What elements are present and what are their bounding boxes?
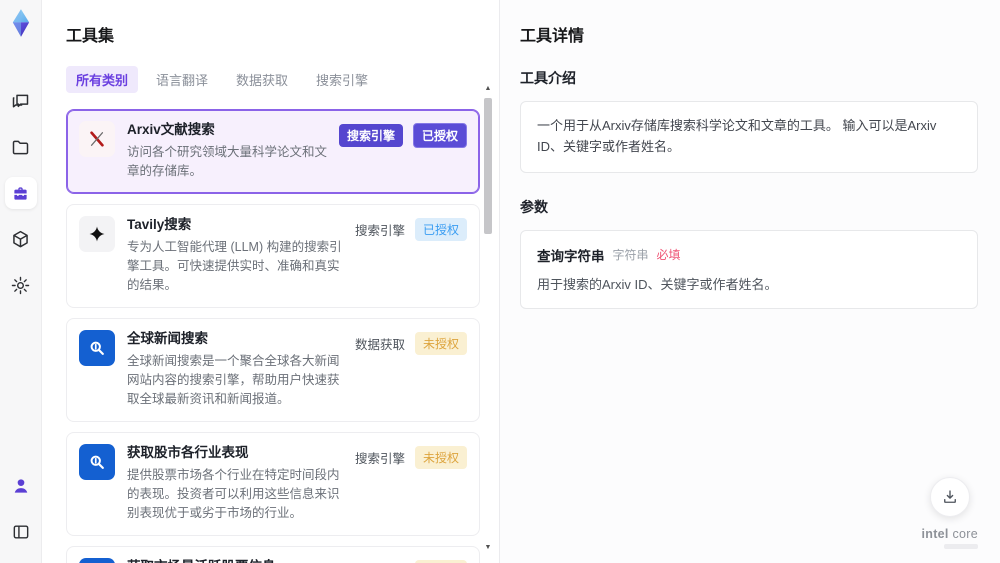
tool-list-item[interactable]: 获取市场最活跃股票信息 提供当天交易量最高的股票列表。投资者可以利用这些信息来识… xyxy=(66,545,480,563)
settings-gear-icon[interactable] xyxy=(5,269,37,301)
search-blue-icon xyxy=(79,557,115,563)
tool-description: 提供股票市场各个行业在特定时间段内的表现。投资者可以利用这些信息来识别表现优于或… xyxy=(127,467,340,521)
page-title: 工具集 xyxy=(66,28,115,45)
details-title: 工具详情 xyxy=(520,28,585,45)
category-badge: 搜索引擎 xyxy=(338,124,403,147)
corner-widgets: intel core xyxy=(921,477,978,549)
toolbox-icon[interactable] xyxy=(4,177,37,209)
intel-core-logo: intel core xyxy=(921,527,978,549)
tool-name: 获取市场最活跃股票信息 xyxy=(127,558,345,563)
param-description: 用于搜索的Arxiv ID、关键字或作者姓名。 xyxy=(537,276,778,292)
arxiv-icon xyxy=(79,121,115,157)
param-name: 查询字符串 xyxy=(537,248,605,264)
tool-list: Arxiv文献搜索 访问各个研究领域大量科学论文和文章的存储库。 搜索引擎 已授… xyxy=(66,109,480,563)
app-logo xyxy=(6,8,36,38)
scrollbar[interactable]: ▲ ▼ xyxy=(483,84,493,553)
tool-name: 获取股市各行业表现 xyxy=(127,444,249,460)
tool-list-item[interactable]: Tavily搜索 专为人工智能代理 (LLM) 构建的搜索引擎工具。可快速提供实… xyxy=(66,203,480,308)
tool-list-item[interactable]: 获取股市各行业表现 提供股票市场各个行业在特定时间段内的表现。投资者可以利用这些… xyxy=(66,431,480,536)
scroll-down-arrow[interactable]: ▼ xyxy=(483,543,493,553)
category-tabs: 所有类别 语言翻译 数据获取 搜索引擎 xyxy=(66,66,499,93)
param-type: 字符串 xyxy=(612,248,649,263)
app-window: 工具集 所有类别 语言翻译 数据获取 搜索引擎 Arxiv文献搜索 访问各个研究领域大… xyxy=(0,0,1000,563)
tool-list-panel: 工具集 所有类别 语言翻译 数据获取 搜索引擎 Arxiv文献搜索 访问各个研究领域大… xyxy=(42,0,499,563)
category-badge: 搜索引擎 xyxy=(354,223,405,238)
tool-name: Tavily搜索 xyxy=(127,216,192,232)
parameter-card: 查询字符串 字符串 必填 用于搜索的Arxiv ID、关键字或作者姓名。 xyxy=(520,229,978,310)
auth-status-badge: 未授权 xyxy=(414,331,467,355)
auth-status-badge: 已授权 xyxy=(414,217,467,241)
tab-2[interactable]: 数据获取 xyxy=(226,66,298,93)
tool-name: Arxiv文献搜索 xyxy=(127,122,215,137)
download-button[interactable] xyxy=(929,477,970,517)
tool-list-item[interactable]: Arxiv文献搜索 访问各个研究领域大量科学论文和文章的存储库。 搜索引擎 已授… xyxy=(66,109,480,194)
cube-icon[interactable] xyxy=(5,223,37,255)
tool-name: 全球新闻搜索 xyxy=(127,330,208,346)
auth-status-badge: 已授权 xyxy=(412,123,467,148)
search-blue-icon xyxy=(79,329,115,366)
tool-list-item[interactable]: 全球新闻搜索 全球新闻搜索是一个聚合全球各大新闻网站内容的搜索引擎，帮助用户快速… xyxy=(66,317,480,422)
avatar-icon[interactable] xyxy=(5,470,37,502)
tool-intro-text: 一个用于从Arxiv存储库搜索科学论文和文章的工具。 输入可以是Arxiv ID… xyxy=(520,101,978,173)
panel-toggle-icon[interactable] xyxy=(5,516,37,548)
scrollbar-thumb[interactable] xyxy=(484,98,492,234)
tool-description: 全球新闻搜索是一个聚合全球各大新闻网站内容的搜索引擎，帮助用户快速获取全球最新资… xyxy=(127,353,340,407)
tool-description: 专为人工智能代理 (LLM) 构建的搜索引擎工具。可快速提供实时、准确和真实的结… xyxy=(127,239,342,293)
intro-heading: 工具介绍 xyxy=(520,70,576,86)
category-badge: 搜索引擎 xyxy=(354,451,405,466)
star-icon xyxy=(79,215,115,252)
tab-1[interactable]: 语言翻译 xyxy=(146,66,218,93)
tab-3[interactable]: 搜索引擎 xyxy=(306,66,378,93)
sidebar xyxy=(0,0,42,563)
category-badge: 数据获取 xyxy=(354,337,405,352)
intel-sub-badge xyxy=(944,544,978,549)
tool-description: 访问各个研究领域大量科学论文和文章的存储库。 xyxy=(127,144,328,179)
scroll-up-arrow[interactable]: ▲ xyxy=(483,84,493,94)
search-blue-icon xyxy=(79,443,115,480)
params-heading: 参数 xyxy=(520,198,548,215)
folder-icon[interactable] xyxy=(5,131,37,163)
auth-status-badge: 未授权 xyxy=(414,445,467,469)
param-required-badge: 必填 xyxy=(656,248,681,263)
tab-0[interactable]: 所有类别 xyxy=(66,66,139,93)
chat-icon[interactable] xyxy=(5,85,37,117)
tool-details-panel: 工具详情 工具介绍 一个用于从Arxiv存储库搜索科学论文和文章的工具。 输入可… xyxy=(499,0,1000,563)
